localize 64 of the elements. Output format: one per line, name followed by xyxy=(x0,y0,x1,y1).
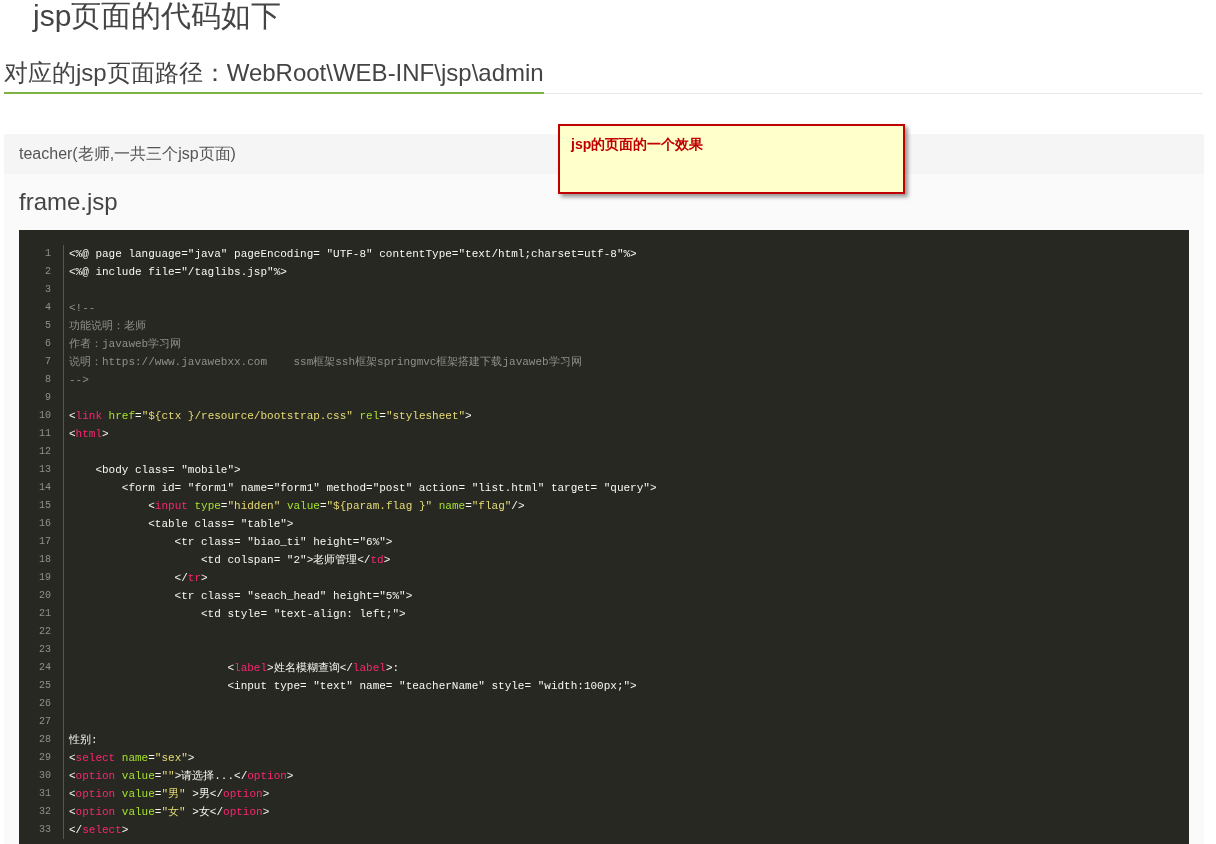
code-line: </select> xyxy=(69,824,129,836)
line-number: 13 xyxy=(39,464,51,475)
code-line: <body class= "mobile"> xyxy=(94,464,241,476)
code-line: <option value="女" >女</option> xyxy=(69,806,270,818)
code-line: --> xyxy=(69,374,89,386)
line-number: 5 xyxy=(45,320,51,331)
line-number: 21 xyxy=(39,608,51,619)
code-line: <%@ include file="/taglibs.jsp"%> xyxy=(69,266,287,278)
line-number: 31 xyxy=(39,788,51,799)
code-line: <input type="hidden" value="${param.flag }" name="flag"/> xyxy=(147,500,525,512)
line-number: 9 xyxy=(45,392,51,403)
line-number: 29 xyxy=(39,752,51,763)
line-number: 14 xyxy=(39,482,51,493)
line-number: 16 xyxy=(39,518,51,529)
code-line: <%@ page language="java" pageEncoding= "UTF-8" contentType="text/html;charset=utf-8"%> xyxy=(69,248,637,260)
code-line: 功能说明：老师 xyxy=(69,320,146,332)
line-number: 25 xyxy=(39,680,51,691)
line-number: 20 xyxy=(39,590,51,601)
line-number: 23 xyxy=(39,644,51,655)
line-number: 17 xyxy=(39,536,51,547)
code-line: <option value="">请选择...</option> xyxy=(69,770,294,782)
line-number: 24 xyxy=(39,662,51,673)
line-number: 2 xyxy=(45,266,51,277)
line-number: 22 xyxy=(39,626,51,637)
line-number: 10 xyxy=(39,410,51,421)
line-number: 7 xyxy=(45,356,51,367)
code-line: <link href="${ctx }/resource/bootstrap.css" rel="stylesheet"> xyxy=(69,410,472,422)
line-number: 6 xyxy=(45,338,51,349)
code-line: </tr> xyxy=(173,572,208,584)
note-text: jsp的页面的一个效果 xyxy=(571,136,704,152)
page-heading: jsp页面的代码如下 xyxy=(33,0,282,34)
line-number: 15 xyxy=(39,500,51,511)
code-line: <input type= "text" name= "teacherName" style= "width:100px;"> xyxy=(226,680,637,692)
line-number: 4 xyxy=(45,302,51,313)
code-line: <td colspan= "2">老师管理</td> xyxy=(200,554,391,566)
line-number: 33 xyxy=(39,824,51,835)
line-number: 19 xyxy=(39,572,51,583)
code-line: <option value="男" >男</option> xyxy=(69,788,270,800)
section-heading: 对应的jsp页面路径：WebRoot\WEB-INF\jsp\admin xyxy=(4,56,544,94)
code-line: 性别: xyxy=(69,734,98,746)
code-line: <form id= "form1" name="form1" method="post" action= "list.html" target= "query"> xyxy=(120,482,657,494)
code-line: 说明：https://www.javawebxx.com ssm框架ssh框架springmvc框架搭建下载javaweb学习网 xyxy=(69,356,582,368)
line-number: 28 xyxy=(39,734,51,745)
line-number: 18 xyxy=(39,554,51,565)
code-line: <select name="sex"> xyxy=(69,752,195,764)
code-line: <html> xyxy=(69,428,109,440)
line-number: 27 xyxy=(39,716,51,727)
file-title: frame.jsp xyxy=(19,187,118,217)
code-line: <tr class= "seach_head" height="5%"> xyxy=(173,590,413,602)
line-number: 1 xyxy=(45,248,51,259)
code-line: <tr class= "biao_ti" height="6%"> xyxy=(173,536,393,548)
line-number: 11 xyxy=(39,428,51,439)
panel-title: teacher(老师,一共三个jsp页面) xyxy=(19,144,236,164)
line-number: 32 xyxy=(39,806,51,817)
line-number: 26 xyxy=(39,698,51,709)
line-number: 3 xyxy=(45,284,51,295)
line-number: 30 xyxy=(39,770,51,781)
code-line: <table class= "table"> xyxy=(147,518,294,530)
code-line: <label>姓名模糊查询</label>: xyxy=(226,662,400,674)
code-line: <!-- xyxy=(69,302,96,314)
line-number: 12 xyxy=(39,446,51,457)
code-line: 作者：javaweb学习网 xyxy=(69,338,182,350)
line-number: 8 xyxy=(45,374,51,385)
code-line: <td style= "text-align: left;"> xyxy=(200,608,406,620)
